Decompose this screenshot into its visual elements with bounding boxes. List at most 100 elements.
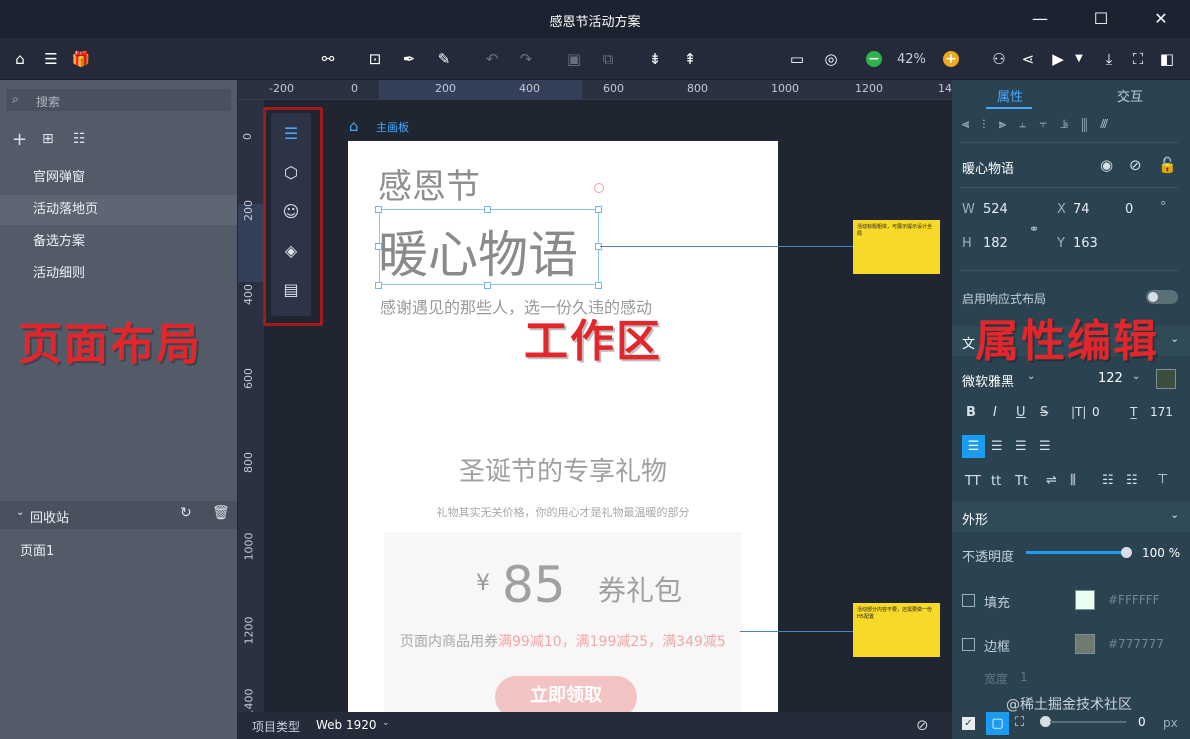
redo-icon[interactable]: ↷ — [515, 48, 537, 70]
page-item[interactable]: 备选方案 — [0, 227, 237, 257]
group-icon[interactable]: ▣ — [563, 48, 585, 70]
underline-icon[interactable]: U — [1016, 405, 1026, 420]
ungroup-icon[interactable]: ⧉ — [597, 48, 619, 70]
opacity-slider-track[interactable] — [1026, 551, 1126, 554]
minimize-icon[interactable]: — — [1029, 8, 1051, 30]
justify-icon[interactable]: ☰ — [1039, 439, 1051, 454]
chevron-down-icon[interactable]: ⌄ — [1132, 371, 1140, 382]
opacity-value[interactable]: 100 % — [1142, 546, 1180, 560]
menu-icon[interactable]: ☰ — [40, 48, 62, 70]
resize-handle[interactable] — [595, 282, 602, 289]
resize-handle[interactable] — [375, 206, 382, 213]
sticky-note[interactable]: 活动标题粗体，可展示提示设计全局 — [853, 220, 940, 274]
font-size-select[interactable]: 122 — [1098, 371, 1123, 386]
border-width-value[interactable]: 1 — [1020, 670, 1028, 684]
shadow-checkbox[interactable]: ✓ — [962, 717, 975, 730]
inner-shadow-icon[interactable]: ⛶ — [1015, 715, 1024, 730]
border-color-swatch[interactable] — [1075, 634, 1095, 654]
vertical-text-icon[interactable]: ⫼ — [1070, 473, 1076, 488]
compass-icon[interactable]: ⊘ — [916, 716, 929, 734]
rotate-handle[interactable] — [594, 183, 604, 193]
master-icon[interactable]: ▤ — [275, 276, 307, 304]
letter-spacing-input[interactable]: 0 — [1092, 405, 1100, 419]
gift-title[interactable]: 圣诞节的专享礼物 — [348, 451, 778, 488]
fullscreen-icon[interactable]: ⛶ — [1127, 48, 1149, 70]
connector-icon[interactable]: ⚯ — [317, 48, 339, 70]
align-right-icon[interactable]: ☰ — [1015, 439, 1027, 454]
tab-interaction[interactable]: 交互 — [1117, 86, 1143, 105]
download-icon[interactable]: ⤓ — [1098, 48, 1120, 70]
chevron-down-icon[interactable]: ⌄ — [382, 718, 390, 728]
chevron-down-icon[interactable]: ⌄ — [1027, 371, 1035, 382]
sort-icon[interactable]: ☷ — [73, 131, 86, 147]
outer-shadow-icon[interactable]: ▢ — [986, 712, 1009, 735]
fill-color-swatch[interactable] — [1075, 590, 1095, 610]
layers-icon[interactable]: ◈ — [275, 237, 307, 265]
border-value[interactable]: #777777 — [1108, 637, 1164, 651]
zoom-in-icon[interactable]: + — [943, 51, 959, 67]
fill-checkbox[interactable] — [962, 594, 975, 607]
page-item[interactable]: 活动细则 — [0, 259, 237, 289]
align-toolbar[interactable]: ⫷⫶⫸⫠⫟⫡⫼⫻ — [962, 117, 1121, 132]
direction-icon[interactable]: ⇌ — [1046, 473, 1057, 488]
tab-properties[interactable]: 属性 — [997, 86, 1023, 105]
add-folder-icon[interactable]: ⊞ — [42, 131, 54, 147]
gift-subtitle[interactable]: 礼物其实无关价格，你的用心才是礼物最温暖的部分 — [348, 504, 778, 520]
strikethrough-icon[interactable]: S — [1040, 405, 1048, 420]
target-icon[interactable]: ◎ — [820, 48, 842, 70]
breadcrumb[interactable]: 主画板 — [376, 119, 409, 135]
distribute-h-icon[interactable]: ⇞ — [679, 48, 701, 70]
device-icon[interactable]: ▭ — [786, 48, 808, 70]
link-icon[interactable]: ⚭ — [1029, 222, 1039, 236]
x-input[interactable]: 74 — [1073, 202, 1090, 217]
element-name[interactable]: 暖心物语 — [962, 158, 1014, 177]
align-center-icon[interactable]: ☰ — [991, 439, 1003, 454]
close-icon[interactable]: ✕ — [1150, 8, 1172, 30]
add-frame-icon[interactable]: ⊡ — [364, 48, 386, 70]
text-color-swatch[interactable] — [1156, 369, 1176, 389]
width-input[interactable]: 524 — [983, 202, 1008, 217]
capitalize-icon[interactable]: Tt — [1015, 474, 1028, 489]
shadow-slider-track[interactable] — [1050, 721, 1126, 723]
title-text-2[interactable]: 暖心物语 — [378, 215, 578, 287]
align-left-icon[interactable]: ☰ — [962, 435, 985, 458]
line-height-input[interactable]: 171 — [1150, 405, 1173, 419]
component-icon[interactable]: ⬡ — [275, 159, 307, 187]
appearance-section-header[interactable]: 外形 ⌄ — [952, 502, 1190, 532]
recycle-item[interactable]: 页面1 — [20, 540, 54, 559]
title-text-1[interactable]: 感恩节 — [378, 159, 480, 208]
gift-icon[interactable]: 🎁 — [70, 48, 92, 70]
add-page-icon[interactable]: + — [12, 129, 27, 150]
restore-icon[interactable]: ↻ — [180, 505, 192, 521]
sticky-note[interactable]: 活动部分内容不要，还需要做一份H5配置 — [853, 603, 940, 657]
undo-icon[interactable]: ↶ — [481, 48, 503, 70]
trash-icon[interactable]: 🗑 — [212, 505, 230, 521]
resize-handle[interactable] — [595, 206, 602, 213]
resize-handle[interactable] — [484, 282, 491, 289]
search-box[interactable]: ⌕ 搜索 — [6, 89, 231, 111]
page-item-selected[interactable]: 活动落地页 — [0, 195, 237, 225]
rotation-input[interactable]: 0 — [1125, 202, 1133, 217]
disable-icon[interactable]: ⊘ — [1129, 156, 1142, 174]
artboard[interactable]: 感恩节 暖心物语 感谢遇见的那些人，选一份久违的感动 圣诞节的专享礼物 礼物其实… — [348, 141, 778, 712]
zoom-out-icon[interactable]: − — [866, 51, 882, 67]
preview-icon[interactable]: ▶ — [1047, 48, 1069, 70]
bold-icon[interactable]: B — [966, 405, 976, 420]
lowercase-icon[interactable]: tt — [991, 474, 1001, 489]
panel-toggle-icon[interactable]: ◧ — [1156, 48, 1178, 70]
pen-icon[interactable]: ✒ — [398, 48, 420, 70]
text-frame-icon[interactable]: ⊤ — [1157, 472, 1168, 487]
emoji-icon[interactable]: ☺ — [275, 198, 307, 226]
y-input[interactable]: 163 — [1073, 236, 1098, 251]
italic-icon[interactable]: I — [993, 405, 997, 420]
outline-icon[interactable]: ☰ — [275, 120, 307, 148]
shadow-value[interactable]: 0 — [1138, 715, 1146, 729]
font-family-select[interactable]: 微软雅黑 — [962, 371, 1014, 390]
project-type-value[interactable]: Web 1920 — [316, 718, 377, 732]
ordered-list-icon[interactable]: ☷ — [1102, 473, 1114, 488]
collaborators-icon[interactable]: ⚇ — [988, 48, 1010, 70]
home-icon[interactable]: ⌂ — [9, 48, 31, 70]
opacity-slider-thumb[interactable] — [1121, 547, 1132, 558]
bullet-list-icon[interactable]: ☷ — [1126, 473, 1138, 488]
maximize-icon[interactable]: ☐ — [1090, 8, 1112, 30]
